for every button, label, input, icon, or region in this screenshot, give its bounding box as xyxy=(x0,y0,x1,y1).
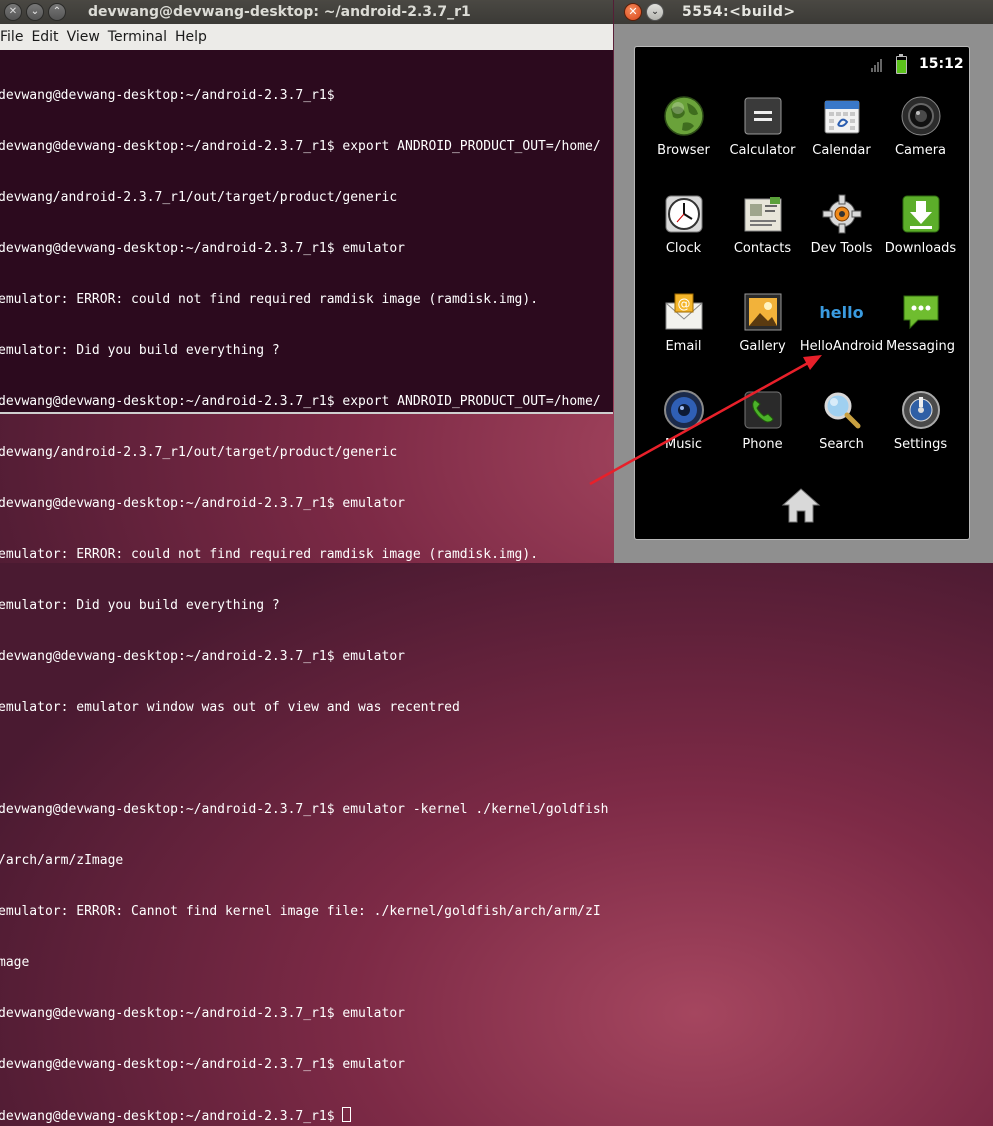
app-label: Camera xyxy=(894,143,947,158)
terminal-line: devwang@devwang-desktop:~/android-2.3.7_… xyxy=(0,496,405,511)
hello-icon-text: hello xyxy=(819,302,864,322)
app-label: Music xyxy=(665,437,702,452)
minimize-icon[interactable]: ⌄ xyxy=(26,3,44,21)
messaging-icon xyxy=(900,291,942,333)
emulator-titlebar[interactable]: ✕ ⌄ 5554:<build> xyxy=(614,0,993,24)
text-cursor xyxy=(342,1107,352,1122)
settings-icon xyxy=(900,389,942,431)
app-label: Search xyxy=(819,437,864,452)
terminal-line: /arch/arm/zImage xyxy=(0,853,124,868)
terminal-line: mage xyxy=(0,955,30,970)
terminal-titlebar[interactable]: ✕ ⌄ ⌃ devwang@devwang-desktop: ~/android… xyxy=(0,0,613,24)
clock-icon xyxy=(663,193,705,235)
emulator-title: 5554:<build> xyxy=(682,4,796,20)
contacts-icon xyxy=(742,193,784,235)
app-label: Clock xyxy=(665,241,702,256)
terminal-line: devwang@devwang-desktop:~/android-2.3.7_… xyxy=(0,139,601,154)
terminal-line: emulator: Did you build everything ? xyxy=(0,343,280,358)
app-label: Email xyxy=(665,339,702,354)
status-time: 15:12 xyxy=(919,56,964,72)
terminal-prompt-line[interactable]: devwang@devwang-desktop:~/android-2.3.7_… xyxy=(0,1107,613,1125)
app-phone[interactable]: Phone xyxy=(723,389,802,487)
globe-icon xyxy=(663,95,705,137)
app-search[interactable]: Search xyxy=(802,389,881,487)
phone-icon xyxy=(742,389,784,431)
terminal-line: devwang@devwang-desktop:~/android-2.3.7_… xyxy=(0,1057,405,1072)
terminal-line: emulator: ERROR: Cannot find kernel imag… xyxy=(0,904,601,919)
gallery-icon xyxy=(742,291,784,333)
app-dev-tools[interactable]: Dev Tools xyxy=(802,193,881,291)
terminal-line: emulator: Did you build everything ? xyxy=(0,598,280,613)
app-label: Contacts xyxy=(733,241,792,256)
terminal-title: devwang@devwang-desktop: ~/android-2.3.7… xyxy=(88,4,471,20)
calendar-icon xyxy=(821,95,863,137)
terminal-line: devwang@devwang-desktop:~/android-2.3.7_… xyxy=(0,802,609,817)
menu-terminal[interactable]: Terminal xyxy=(108,29,175,45)
app-drawer: Browser Calculator Calendar Camera Clock… xyxy=(635,95,978,487)
device-screen[interactable]: 15:12 Browser Calculator Calendar Camera… xyxy=(634,46,970,540)
battery-icon xyxy=(896,54,907,74)
app-downloads[interactable]: Downloads xyxy=(881,193,960,291)
app-label: Browser xyxy=(657,143,710,158)
terminal-line: devwang@devwang-desktop:~/android-2.3.7_… xyxy=(0,88,335,103)
status-bar: 15:12 xyxy=(635,47,969,83)
terminal-menubar: File Edit View Terminal Help xyxy=(0,24,613,50)
app-label: Settings xyxy=(893,437,948,452)
magnifier-icon xyxy=(821,389,863,431)
app-clock[interactable]: Clock xyxy=(644,193,723,291)
terminal-line: devwang@devwang-desktop:~/android-2.3.7_… xyxy=(0,241,405,256)
app-music[interactable]: Music xyxy=(644,389,723,487)
download-icon xyxy=(900,193,942,235)
terminal-line: devwang@devwang-desktop:~/android-2.3.7_… xyxy=(0,649,405,664)
home-icon xyxy=(781,488,821,523)
close-icon[interactable]: ✕ xyxy=(624,3,642,21)
terminal-window[interactable]: ✕ ⌄ ⌃ devwang@devwang-desktop: ~/android… xyxy=(0,0,613,1124)
terminal-line: devwang/android-2.3.7_r1/out/target/prod… xyxy=(0,190,398,205)
app-label: Downloads xyxy=(884,241,957,256)
gear-icon xyxy=(821,193,863,235)
terminal-line: emulator: emulator window was out of vie… xyxy=(0,700,460,715)
app-browser[interactable]: Browser xyxy=(644,95,723,193)
app-contacts[interactable]: Contacts xyxy=(723,193,802,291)
app-settings[interactable]: Settings xyxy=(881,389,960,487)
app-messaging[interactable]: Messaging xyxy=(881,291,960,389)
app-hello-android[interactable]: hello HelloAndroid xyxy=(799,291,884,389)
terminal-line: emulator: ERROR: could not find required… xyxy=(0,547,539,562)
hello-icon: hello xyxy=(819,291,864,333)
minimize-icon[interactable]: ⌄ xyxy=(646,3,664,21)
app-email[interactable]: @ Email xyxy=(644,291,723,389)
menu-file[interactable]: File xyxy=(0,29,31,45)
home-button[interactable] xyxy=(779,485,823,525)
app-camera[interactable]: Camera xyxy=(881,95,960,193)
calculator-icon xyxy=(742,95,784,137)
terminal-prompt: devwang@devwang-desktop:~/android-2.3.7_… xyxy=(0,1109,343,1124)
app-label: Messaging xyxy=(885,339,956,354)
app-gallery[interactable]: Gallery xyxy=(723,291,802,389)
terminal-line: emulator: ERROR: could not find required… xyxy=(0,292,539,307)
close-icon[interactable]: ✕ xyxy=(4,3,22,21)
app-calculator[interactable]: Calculator xyxy=(723,95,802,193)
menu-help[interactable]: Help xyxy=(175,29,215,45)
app-label: HelloAndroid xyxy=(799,339,884,354)
camera-icon xyxy=(900,95,942,137)
terminal-line: devwang/android-2.3.7_r1/out/target/prod… xyxy=(0,445,398,460)
terminal-line: devwang@devwang-desktop:~/android-2.3.7_… xyxy=(0,1006,405,1021)
signal-icon xyxy=(871,58,885,72)
app-label: Dev Tools xyxy=(810,241,873,256)
emulator-window[interactable]: ✕ ⌄ 5554:<build> 15:12 Browser Calculato… xyxy=(614,0,993,563)
app-label: Phone xyxy=(742,437,783,452)
terminal-line: devwang@devwang-desktop:~/android-2.3.7_… xyxy=(0,394,601,409)
speaker-icon xyxy=(663,389,705,431)
terminal-output[interactable]: devwang@devwang-desktop:~/android-2.3.7_… xyxy=(0,50,613,1126)
app-label: Calculator xyxy=(729,143,796,158)
app-label: Calendar xyxy=(812,143,871,158)
maximize-icon[interactable]: ⌃ xyxy=(48,3,66,21)
app-calendar[interactable]: Calendar xyxy=(802,95,881,193)
email-icon: @ xyxy=(663,291,705,333)
menu-edit[interactable]: Edit xyxy=(31,29,66,45)
svg-text:@: @ xyxy=(677,297,690,312)
app-label: Gallery xyxy=(739,339,786,354)
menu-view[interactable]: View xyxy=(67,29,108,45)
